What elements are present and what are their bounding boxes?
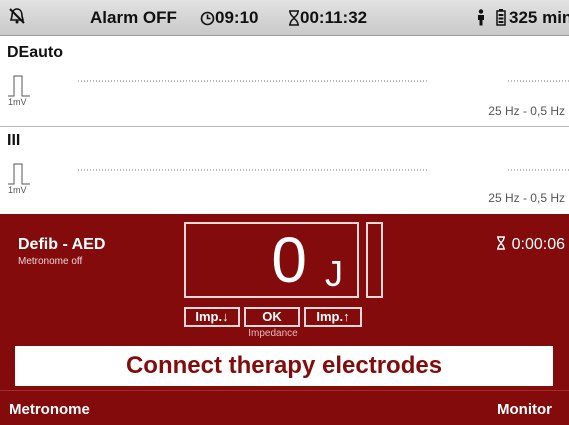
impedance-up-button[interactable]: Imp.↑ — [304, 307, 362, 327]
energy-display: 0 J — [184, 222, 359, 298]
time-value: 09:10 — [215, 8, 259, 27]
alarm-status: Alarm OFF — [90, 8, 177, 27]
status-bar: Alarm OFF 09:10 00:11:32 325 min — [0, 0, 569, 36]
filter-setting: 25 Hz - 0,5 Hz — [488, 104, 565, 118]
alarm-off-bell-icon — [8, 7, 26, 27]
ecg-lead-1[interactable]: DEauto 1mV 25 Hz - 0,5 Hz — [0, 36, 569, 126]
calibration-pulse-icon: 1mV — [8, 75, 30, 107]
filter-setting: 25 Hz - 0,5 Hz — [488, 191, 565, 205]
monitor-softkey[interactable]: Monitor — [497, 401, 552, 418]
elapsed-value: 00:11:32 — [300, 8, 368, 27]
clock-time: 09:10 — [200, 8, 258, 28]
energy-unit: J — [325, 253, 343, 294]
adult-patient-icon — [477, 8, 485, 28]
softkey-bar: Metronome Monitor — [0, 390, 569, 425]
hourglass-icon — [289, 10, 299, 26]
scale-label: 1mV — [8, 97, 27, 107]
lead-label: DEauto — [7, 44, 63, 61]
charge-level-bar — [366, 222, 383, 298]
elapsed-time: 00:11:32 — [288, 8, 367, 28]
defib-timer: 0:00:06 — [496, 236, 565, 254]
calibration-pulse-icon: 1mV — [8, 163, 30, 195]
defib-elapsed: 0:00:06 — [511, 236, 565, 253]
ecg-trace — [78, 169, 569, 171]
battery-icon — [496, 8, 506, 28]
scale-label: 1mV — [8, 185, 27, 195]
ecg-trace — [78, 80, 569, 82]
hourglass-icon — [496, 236, 505, 250]
prompt-message: Connect therapy electrodes — [15, 346, 553, 386]
impedance-label: Impedance — [248, 328, 298, 339]
battery-remaining: 325 min — [509, 8, 569, 27]
lead-label: III — [7, 132, 21, 149]
metronome-softkey[interactable]: Metronome — [9, 401, 90, 418]
defib-mode: Defib - AED — [18, 236, 106, 253]
metronome-status: Metronome off — [18, 256, 83, 267]
clock-icon — [200, 11, 215, 26]
ecg-lead-2[interactable]: III 1mV 25 Hz - 0,5 Hz — [0, 127, 569, 214]
energy-value: 0 — [271, 224, 307, 296]
impedance-down-button[interactable]: Imp.↓ — [184, 307, 240, 327]
ok-button[interactable]: OK — [244, 307, 300, 327]
